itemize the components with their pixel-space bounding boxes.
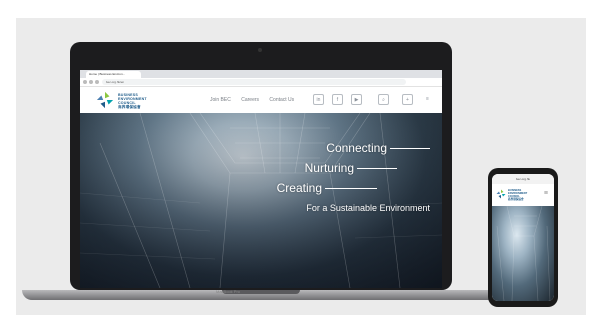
phone-screen: bec.org.hk BUSINESS ENVIRONMENT COUNCIL … xyxy=(492,174,554,301)
logo-line-chinese: 商界環保協會 xyxy=(118,105,141,109)
menu-icon[interactable]: ≡ xyxy=(422,94,433,105)
hero-line-nurturing: Nurturing xyxy=(305,161,397,175)
hero-word-nurturing: Nurturing xyxy=(304,161,354,175)
youtube-icon[interactable]: ▶ xyxy=(351,94,362,105)
hero-rule xyxy=(390,148,430,150)
nav-join-bec[interactable]: Join BEC xyxy=(210,97,231,103)
address-bar: bec.org.hk/en xyxy=(80,78,442,87)
nav-contact-us[interactable]: Contact Us xyxy=(269,97,294,103)
hero-line-connecting: Connecting xyxy=(326,141,430,155)
forward-icon[interactable] xyxy=(89,80,93,84)
top-nav: Join BEC Careers Contact Us xyxy=(210,97,303,103)
laptop-screen: Home | Business Environ... bec.org.hk/en… xyxy=(80,70,442,288)
hero-rule xyxy=(357,168,397,170)
phone-atrium-image xyxy=(496,206,551,301)
url-field[interactable]: bec.org.hk/en xyxy=(102,79,406,85)
facebook-icon[interactable]: f xyxy=(332,94,343,105)
bec-logo-icon[interactable] xyxy=(496,189,506,199)
hero-word-connecting: Connecting xyxy=(326,141,387,155)
camera xyxy=(258,48,262,52)
bec-logo-icon[interactable] xyxy=(96,91,114,109)
phone-url-bar[interactable]: bec.org.hk xyxy=(492,174,554,184)
browser-tab[interactable]: Home | Business Environ... xyxy=(86,71,141,78)
linkedin-icon[interactable]: in xyxy=(313,94,324,105)
phone: bec.org.hk BUSINESS ENVIRONMENT COUNCIL … xyxy=(488,168,558,307)
reload-icon[interactable] xyxy=(95,80,99,84)
hero-line-creating: Creating xyxy=(277,181,377,195)
phone-logo-text: BUSINESS ENVIRONMENT COUNCIL 商界環保協會 xyxy=(508,189,527,201)
laptop: Home | Business Environ... bec.org.hk/en… xyxy=(70,42,452,290)
atrium-image xyxy=(80,113,442,288)
hero-rule xyxy=(325,188,377,190)
search-icon[interactable]: ⌕ xyxy=(378,94,389,105)
phone-site-header: BUSINESS ENVIRONMENT COUNCIL 商界環保協會 ≡ xyxy=(492,184,554,206)
menu-icon[interactable]: ≡ xyxy=(544,190,548,197)
laptop-base xyxy=(22,290,500,300)
phone-logo-line-chinese: 商界環保協會 xyxy=(508,198,524,201)
hero-tagline: For a Sustainable Environment xyxy=(306,203,430,213)
nav-careers[interactable]: Careers xyxy=(241,97,259,103)
logo-text: BUSINESS ENVIRONMENT COUNCIL 商界環保協會 xyxy=(118,93,147,109)
hero-word-creating: Creating xyxy=(276,181,322,195)
hero-banner: Connecting Nurturing Creating For a Sust… xyxy=(80,113,442,288)
browser-tab-strip: Home | Business Environ... xyxy=(80,70,442,78)
site-header: BUSINESS ENVIRONMENT COUNCIL 商界環保協會 Join… xyxy=(80,87,442,113)
back-icon[interactable] xyxy=(83,80,87,84)
phone-hero xyxy=(492,206,554,301)
plus-icon[interactable]: + xyxy=(402,94,413,105)
laptop-model-label: MacBook Pro xyxy=(216,289,241,294)
